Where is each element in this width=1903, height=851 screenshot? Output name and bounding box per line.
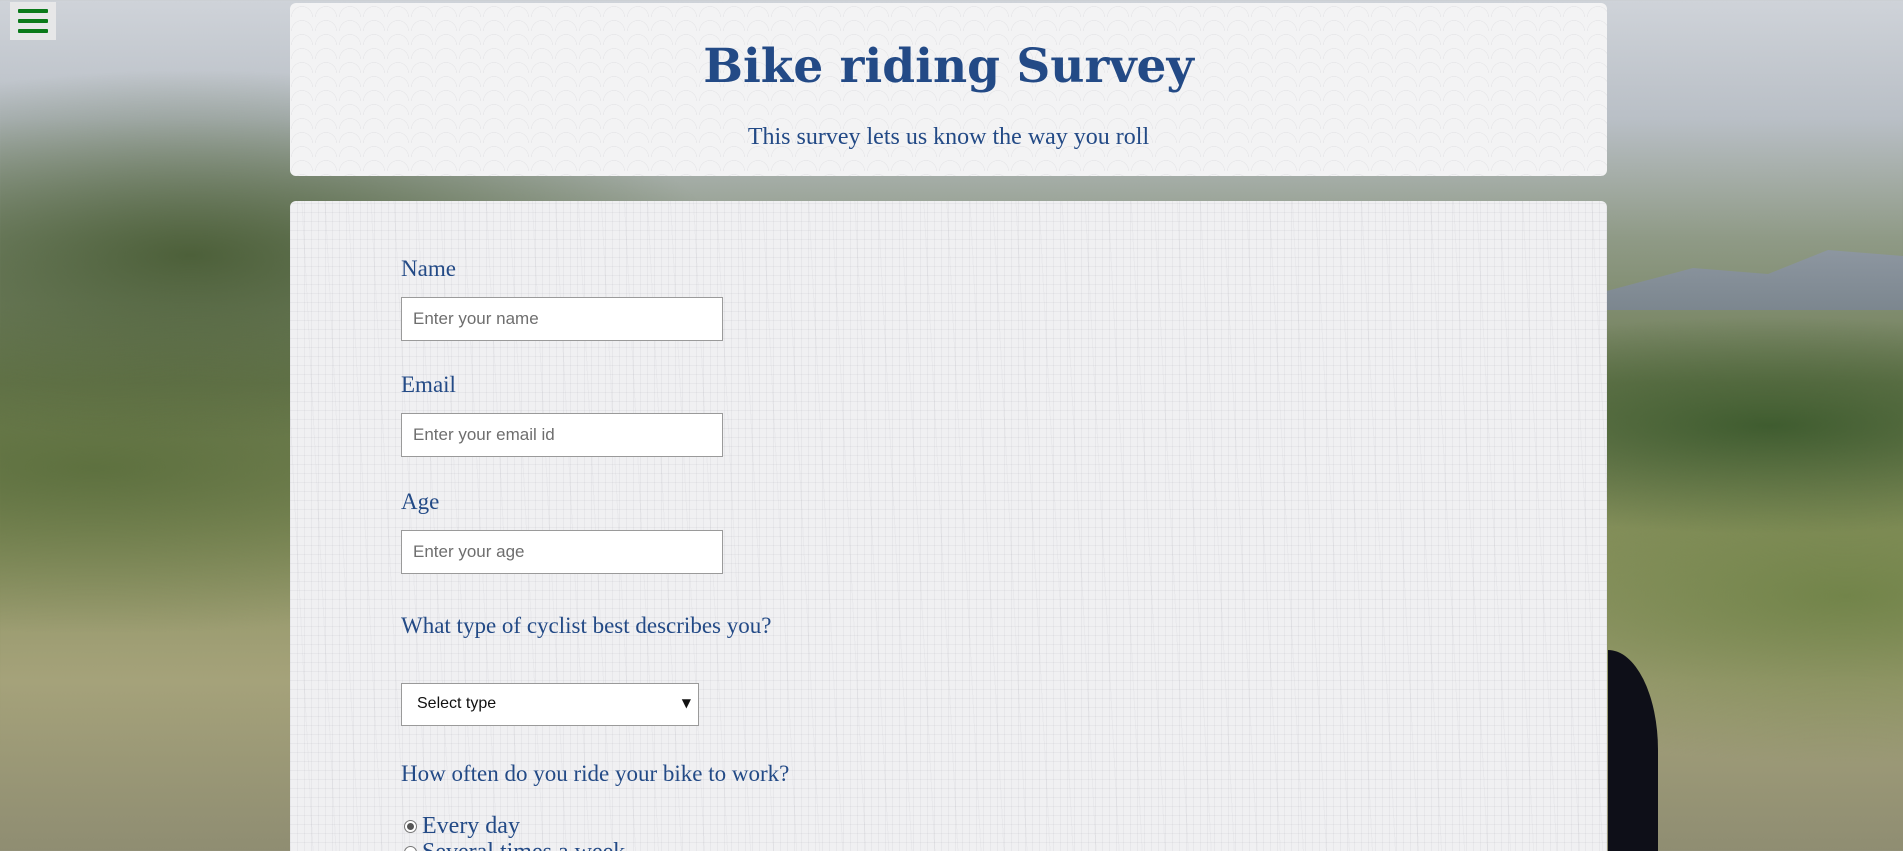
age-input[interactable] [401, 530, 723, 574]
hamburger-menu-icon-line [18, 29, 48, 33]
hamburger-menu-icon-line [18, 19, 48, 23]
radio-button-checked[interactable] [404, 820, 417, 833]
background-hills [1603, 250, 1903, 310]
page-title: Bike riding Survey [703, 39, 1194, 94]
hamburger-menu-button[interactable] [10, 2, 56, 40]
background-cyclist-silhouette [1608, 650, 1658, 851]
radio-option-label: Several times a week [422, 839, 625, 851]
radio-option-label: Every day [422, 813, 520, 839]
name-input[interactable] [401, 297, 723, 341]
ride-frequency-label: How often do you ride your bike to work? [401, 761, 790, 786]
cyclist-type-label: What type of cyclist best describes you? [401, 613, 772, 638]
email-label: Email [401, 372, 456, 397]
cyclist-type-select[interactable]: Select type ▼ [401, 683, 699, 726]
hamburger-menu-icon [18, 9, 48, 13]
radio-option-every-day[interactable]: Every day [404, 813, 520, 840]
cyclist-type-selected-value: Select type [417, 695, 497, 712]
email-input[interactable] [401, 413, 723, 457]
caret-down-icon: ▼ [681, 696, 691, 710]
name-label: Name [401, 256, 456, 281]
radio-button[interactable] [404, 846, 417, 851]
radio-option-several-times-a-week[interactable]: Several times a week [404, 839, 625, 851]
age-label: Age [401, 489, 440, 514]
page-subtitle: This survey lets us know the way you rol… [747, 124, 1150, 150]
survey-form: Name Email Age What type of cyclist best… [290, 201, 1607, 851]
survey-header: Bike riding Survey This survey lets us k… [290, 3, 1607, 176]
